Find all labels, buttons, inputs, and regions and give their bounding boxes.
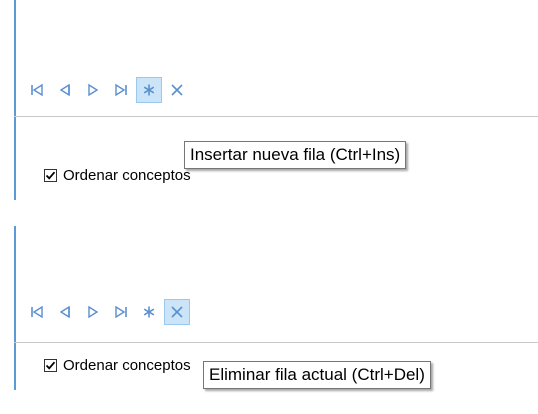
delete-row-button[interactable] (164, 77, 190, 103)
navigator-panel-insert: Ordenar conceptos Insertar nueva fila (C… (0, 0, 538, 200)
panel-separator (14, 342, 538, 343)
last-record-icon (115, 83, 127, 97)
previous-record-button[interactable] (52, 77, 78, 103)
record-navigator (24, 298, 192, 326)
last-record-button[interactable] (108, 299, 134, 325)
previous-record-button[interactable] (52, 299, 78, 325)
first-record-icon (31, 305, 43, 319)
panel-left-border (14, 226, 16, 390)
tooltip: Insertar nueva fila (Ctrl+Ins) (184, 141, 407, 169)
first-record-icon (31, 83, 43, 97)
checkbox-label: Ordenar conceptos (63, 167, 191, 184)
delete-row-icon (171, 306, 183, 318)
previous-record-icon (59, 83, 70, 97)
navigator-panel-delete: Ordenar conceptos Eliminar fila actual (… (0, 226, 538, 414)
insert-row-icon (143, 84, 155, 96)
checkmark-icon (45, 361, 56, 370)
next-record-icon (88, 83, 99, 97)
insert-row-button[interactable] (136, 299, 162, 325)
previous-record-icon (59, 305, 70, 319)
insert-row-icon (143, 306, 155, 318)
first-record-button[interactable] (24, 77, 50, 103)
checkmark-icon (45, 171, 56, 180)
checkbox-box[interactable] (44, 359, 57, 372)
next-record-button[interactable] (80, 77, 106, 103)
record-navigator (24, 76, 192, 104)
first-record-button[interactable] (24, 299, 50, 325)
next-record-icon (88, 305, 99, 319)
panel-left-border (14, 0, 16, 200)
last-record-icon (115, 305, 127, 319)
delete-row-button[interactable] (164, 299, 190, 325)
panel-separator (14, 116, 538, 117)
next-record-button[interactable] (80, 299, 106, 325)
delete-row-icon (171, 84, 183, 96)
checkbox-label: Ordenar conceptos (63, 357, 191, 374)
tooltip: Eliminar fila actual (Ctrl+Del) (203, 361, 431, 389)
checkbox-box[interactable] (44, 169, 57, 182)
insert-row-button[interactable] (136, 77, 162, 103)
last-record-button[interactable] (108, 77, 134, 103)
ordenar-conceptos-checkbox[interactable]: Ordenar conceptos (44, 357, 191, 374)
ordenar-conceptos-checkbox[interactable]: Ordenar conceptos (44, 167, 191, 184)
